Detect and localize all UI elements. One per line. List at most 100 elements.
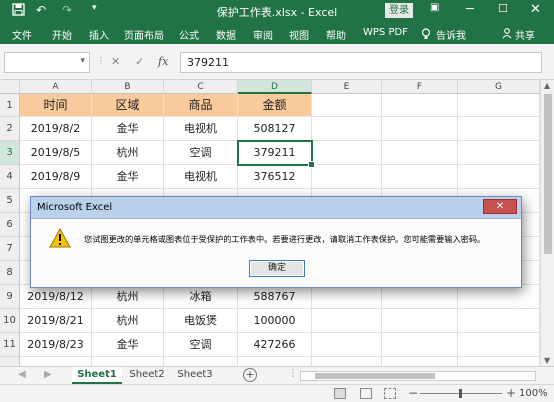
- scroll-up-icon[interactable]: ▲: [544, 81, 550, 90]
- cell-date[interactable]: 2019/8/21: [20, 309, 92, 333]
- empty-cell[interactable]: [312, 309, 382, 333]
- row-header[interactable]: 11: [0, 333, 20, 357]
- tab-file[interactable]: 文件: [12, 27, 32, 42]
- tab-help[interactable]: 帮助: [326, 27, 346, 42]
- cell-date[interactable]: 2019/8/12: [20, 285, 92, 309]
- column-header[interactable]: E: [312, 80, 382, 94]
- tab-formulas[interactable]: 公式: [179, 27, 199, 42]
- add-sheet-icon[interactable]: +: [243, 368, 257, 382]
- empty-cell[interactable]: [458, 165, 540, 189]
- empty-cell[interactable]: [458, 117, 540, 141]
- scrollbar-thumb[interactable]: [315, 373, 435, 379]
- empty-cell[interactable]: [382, 165, 458, 189]
- name-box[interactable]: ▾: [4, 52, 90, 73]
- tab-home[interactable]: 开始: [52, 27, 72, 42]
- scrollbar-thumb[interactable]: [544, 94, 552, 254]
- sheet-tab-sheet3[interactable]: Sheet3: [172, 367, 218, 384]
- cell-product[interactable]: 电视机: [164, 165, 238, 189]
- row-header[interactable]: 3: [0, 141, 20, 165]
- row-header[interactable]: 4: [0, 165, 20, 189]
- vertical-scrollbar[interactable]: ▲ ▼: [540, 80, 554, 368]
- table-header-product[interactable]: 商品: [164, 94, 238, 117]
- empty-cell[interactable]: [458, 309, 540, 333]
- tell-me-search[interactable]: 告诉我: [436, 27, 466, 42]
- cell-amount[interactable]: 508127: [238, 117, 312, 141]
- tab-view[interactable]: 视图: [289, 27, 309, 42]
- cell-product[interactable]: 电视机: [164, 117, 238, 141]
- row-header[interactable]: 5: [0, 189, 20, 213]
- tab-data[interactable]: 数据: [216, 27, 236, 42]
- scroll-down-icon[interactable]: ▼: [544, 356, 550, 365]
- column-header[interactable]: G: [458, 80, 540, 94]
- cell-amount[interactable]: 588767: [238, 285, 312, 309]
- empty-cell[interactable]: [382, 117, 458, 141]
- empty-cell[interactable]: [312, 141, 382, 165]
- formula-input[interactable]: 379211: [180, 52, 542, 73]
- zoom-slider[interactable]: [420, 389, 502, 398]
- cell-product[interactable]: 电饭煲: [164, 309, 238, 333]
- column-header[interactable]: B: [92, 80, 164, 94]
- ribbon-display-icon[interactable]: ▣: [430, 2, 439, 13]
- normal-view-icon[interactable]: [334, 388, 346, 399]
- zoom-slider-thumb[interactable]: [459, 389, 462, 398]
- empty-cell[interactable]: [458, 285, 540, 309]
- minimize-icon[interactable]: ─: [466, 2, 474, 17]
- cell-region[interactable]: 金华: [92, 333, 164, 357]
- cell-product[interactable]: 空调: [164, 333, 238, 357]
- cell-product[interactable]: 空调: [164, 141, 238, 165]
- table-header-region[interactable]: 区域: [92, 94, 164, 117]
- empty-cell[interactable]: [458, 94, 540, 117]
- sheet-tab-sheet1[interactable]: Sheet1: [72, 367, 122, 384]
- empty-cell[interactable]: [312, 333, 382, 357]
- next-sheet-icon[interactable]: ▶: [44, 369, 52, 380]
- tab-review[interactable]: 审阅: [253, 27, 273, 42]
- zoom-out-icon[interactable]: −: [408, 386, 418, 400]
- empty-cell[interactable]: [458, 141, 540, 165]
- row-header[interactable]: 2: [0, 117, 20, 141]
- column-header[interactable]: D: [238, 80, 312, 94]
- table-header-time[interactable]: 时间: [20, 94, 92, 117]
- cell-product[interactable]: 冰箱: [164, 285, 238, 309]
- empty-cell[interactable]: [312, 165, 382, 189]
- cell-region[interactable]: 杭州: [92, 141, 164, 165]
- share-button[interactable]: 共享: [515, 27, 535, 42]
- cell-amount[interactable]: 376512: [238, 165, 312, 189]
- maximize-icon[interactable]: ☐: [498, 2, 508, 15]
- empty-cell[interactable]: [382, 333, 458, 357]
- row-header[interactable]: 7: [0, 237, 20, 261]
- cell-region[interactable]: 杭州: [92, 309, 164, 333]
- table-header-amount[interactable]: 金额: [238, 94, 312, 117]
- empty-cell[interactable]: [312, 285, 382, 309]
- empty-cell[interactable]: [382, 285, 458, 309]
- sheet-tab-sheet2[interactable]: Sheet2: [124, 367, 170, 384]
- page-layout-view-icon[interactable]: [360, 388, 372, 399]
- empty-cell[interactable]: [312, 94, 382, 117]
- tab-wps-pdf[interactable]: WPS PDF: [363, 27, 408, 38]
- cell-region[interactable]: 杭州: [92, 285, 164, 309]
- row-header[interactable]: 9: [0, 285, 20, 309]
- empty-cell[interactable]: [382, 94, 458, 117]
- cell-region[interactable]: 金华: [92, 165, 164, 189]
- cell-region[interactable]: 金华: [92, 117, 164, 141]
- cell-date[interactable]: 2019/8/2: [20, 117, 92, 141]
- column-header[interactable]: F: [382, 80, 458, 94]
- zoom-in-icon[interactable]: +: [506, 386, 516, 400]
- cell-date[interactable]: 2019/8/23: [20, 333, 92, 357]
- row-header[interactable]: 6: [0, 213, 20, 237]
- insert-function-icon[interactable]: fx: [158, 55, 168, 68]
- login-button[interactable]: 登录: [385, 3, 413, 18]
- enter-icon[interactable]: ✓: [135, 55, 144, 68]
- empty-cell[interactable]: [382, 141, 458, 165]
- column-header[interactable]: C: [164, 80, 238, 94]
- prev-sheet-icon[interactable]: ◀: [18, 369, 26, 380]
- tab-page-layout[interactable]: 页面布局: [124, 27, 164, 42]
- cell-date[interactable]: 2019/8/5: [20, 141, 92, 165]
- cell-date[interactable]: 2019/8/9: [20, 165, 92, 189]
- dialog-close-button[interactable]: ✕: [483, 199, 517, 214]
- row-header[interactable]: 1: [0, 94, 20, 117]
- column-header[interactable]: A: [20, 80, 92, 94]
- chevron-down-icon[interactable]: ▾: [80, 56, 85, 66]
- row-header[interactable]: 8: [0, 261, 20, 285]
- page-break-view-icon[interactable]: [384, 388, 396, 399]
- row-header[interactable]: 10: [0, 309, 20, 333]
